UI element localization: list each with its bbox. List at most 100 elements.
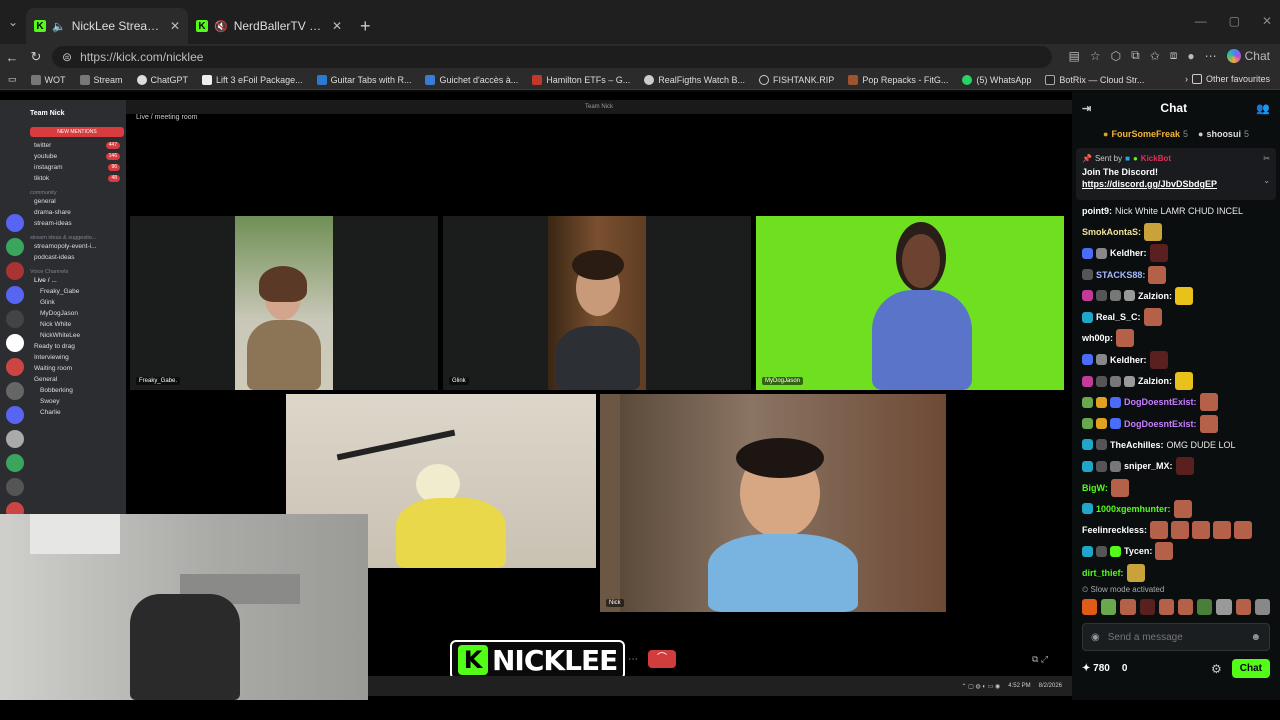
more-icon[interactable]: ⋯	[1205, 49, 1217, 63]
gifter[interactable]: ● shoosui 5	[1198, 129, 1249, 139]
emote-icon[interactable]	[1235, 599, 1251, 616]
muted-speaker-icon[interactable]: 🔇	[214, 20, 228, 33]
emote-icon[interactable]	[1216, 599, 1232, 616]
emote-icon[interactable]	[1158, 599, 1175, 616]
chat-username[interactable]: Zalzion:	[1138, 376, 1172, 386]
emote-icon[interactable]	[1199, 414, 1218, 433]
refresh-icon[interactable]: ↻	[24, 49, 48, 65]
chat-username[interactable]: Tycen:	[1124, 546, 1152, 556]
bookmarks-icon[interactable]: ▭	[8, 74, 17, 85]
emote-icon[interactable]	[1173, 499, 1192, 518]
bookmark-item[interactable]: WOT	[30, 74, 66, 85]
emote-icon[interactable]	[1175, 286, 1193, 305]
chat-username[interactable]: Real_S_C:	[1096, 312, 1141, 322]
chat-username[interactable]: TheAchilles:	[1110, 440, 1164, 450]
emote-icon[interactable]	[1192, 521, 1211, 540]
split-screen-icon[interactable]: ⧉	[1131, 48, 1140, 63]
chat-input[interactable]	[1107, 631, 1243, 643]
emote-icon[interactable]	[1126, 563, 1145, 582]
maximize-icon[interactable]: ▢	[1229, 14, 1240, 28]
favorite-star-icon[interactable]: ☆	[1090, 49, 1101, 63]
chat-username[interactable]: BigW:	[1082, 483, 1108, 493]
pinned-link[interactable]: https://discord.gg/JbvDSbdgEP	[1082, 179, 1270, 189]
pinned-sender[interactable]: KickBot	[1141, 154, 1171, 163]
collapse-chat-icon[interactable]: ⇥	[1082, 102, 1091, 115]
reader-icon[interactable]: ▤	[1069, 49, 1080, 63]
close-window-icon[interactable]: ✕	[1262, 14, 1272, 28]
speaker-icon[interactable]: 🔈	[52, 20, 66, 33]
emote-icon[interactable]	[1155, 542, 1174, 561]
copilot-button[interactable]: Chat	[1226, 48, 1270, 63]
emote-icon[interactable]	[1175, 457, 1194, 476]
collections-icon[interactable]: ⧈	[1170, 48, 1178, 63]
favorites-icon[interactable]: ✩	[1150, 49, 1160, 63]
profile-icon[interactable]: ●	[1187, 49, 1194, 63]
other-favourites[interactable]: › Other favourites	[1178, 74, 1270, 84]
emote-icon[interactable]	[1144, 222, 1163, 241]
chat-username[interactable]: Zalzion:	[1138, 291, 1172, 301]
emote-icon[interactable]	[1213, 521, 1232, 540]
bookmark-item[interactable]: (5) WhatsApp	[962, 74, 1031, 85]
users-icon[interactable]: 👥	[1256, 102, 1270, 115]
bookmark-item[interactable]: Stream	[79, 74, 123, 85]
gifter[interactable]: ● FourSomeFreak 5	[1103, 129, 1188, 139]
emote-icon[interactable]	[1149, 350, 1168, 369]
chat-settings-icon[interactable]: ⚙	[1211, 662, 1222, 676]
chat-username[interactable]: Keldher:	[1110, 248, 1147, 258]
stream-player[interactable]: Team Nick NEW MENTIONS twitter 447 youtub…	[0, 92, 1072, 700]
tab-actions-menu[interactable]: ⌄	[0, 0, 26, 44]
emote-icon[interactable]	[1110, 478, 1129, 497]
chat-username[interactable]: sniper_MX:	[1124, 461, 1173, 471]
chat-username[interactable]: DogDoesntExist:	[1124, 397, 1197, 407]
chat-username[interactable]: point9:	[1082, 206, 1112, 216]
unpin-icon[interactable]: ✂	[1263, 154, 1270, 163]
back-icon[interactable]: ←	[0, 50, 24, 65]
emote-icon[interactable]	[1101, 599, 1117, 616]
chat-username[interactable]: SmokAontaS:	[1082, 227, 1141, 237]
chat-username[interactable]: Feelinreckless:	[1082, 525, 1147, 535]
emote-icon[interactable]	[1139, 599, 1155, 616]
chat-username[interactable]: wh00p:	[1082, 333, 1113, 343]
minimize-icon[interactable]: —	[1195, 14, 1207, 28]
emoji-icon[interactable]: ☻	[1250, 632, 1261, 643]
emote-icon[interactable]	[1175, 372, 1193, 391]
emote-icon[interactable]	[1197, 599, 1213, 616]
chat-input-box[interactable]: ◉ ☻	[1082, 623, 1270, 652]
chat-username[interactable]: dirt_thief:	[1082, 568, 1124, 578]
emote-icon[interactable]	[1116, 329, 1135, 348]
bookmark-item[interactable]: Pop Repacks - FitG...	[848, 74, 948, 85]
channel-points[interactable]: ✦ 780	[1082, 663, 1110, 674]
address-bar[interactable]: ⊜ https://kick.com/nicklee	[52, 46, 1052, 68]
bookmark-item[interactable]: Guitar Tabs with R...	[316, 74, 411, 85]
extensions-icon[interactable]: ⬡	[1111, 49, 1121, 63]
chevron-down-icon[interactable]: ⌄	[1263, 176, 1270, 185]
emote-icon[interactable]	[1120, 599, 1136, 616]
site-info-icon[interactable]: ⊜	[62, 50, 72, 64]
emote-icon[interactable]	[1178, 599, 1194, 616]
emote-icon[interactable]	[1149, 244, 1168, 263]
bookmark-item[interactable]: BotRix — Cloud Str...	[1045, 74, 1144, 85]
emote-icon[interactable]	[1082, 599, 1098, 616]
chat-username[interactable]: STACKS88:	[1096, 270, 1145, 280]
emote-icon[interactable]	[1234, 521, 1253, 540]
emote-icon[interactable]	[1254, 599, 1271, 616]
send-chat-button[interactable]: Chat	[1231, 659, 1270, 679]
close-tab-icon[interactable]: ✕	[170, 19, 180, 33]
emote-icon[interactable]	[1199, 393, 1218, 412]
chat-username[interactable]: DogDoesntExist:	[1124, 419, 1197, 429]
new-tab-button[interactable]: +	[350, 8, 381, 44]
bookmark-item[interactable]: RealFigths Watch B...	[644, 74, 745, 85]
tab-nerdballertv[interactable]: K 🔇 NerdBallerTV Stream - Watch ✕	[188, 8, 350, 44]
bookmark-item[interactable]: Hamilton ETFs – G...	[532, 74, 630, 85]
bookmark-item[interactable]: FISHTANK.RIP	[758, 74, 834, 85]
emote-icon[interactable]	[1171, 521, 1190, 540]
chat-username[interactable]: 1000xgemhunter:	[1096, 504, 1171, 514]
bookmark-item[interactable]: Lift 3 eFoil Package...	[202, 74, 303, 85]
bookmark-item[interactable]: ChatGPT	[136, 74, 188, 85]
emote-icon[interactable]	[1143, 308, 1162, 327]
chevron-right-icon[interactable]: ›	[1185, 74, 1188, 84]
close-tab-icon[interactable]: ✕	[332, 19, 342, 33]
tab-nicklee[interactable]: K 🔈 NickLee Stream - Watch Live a ✕	[26, 8, 188, 44]
chat-username[interactable]: Keldher:	[1110, 355, 1147, 365]
bookmark-item[interactable]: Guichet d'accès à...	[425, 74, 518, 85]
